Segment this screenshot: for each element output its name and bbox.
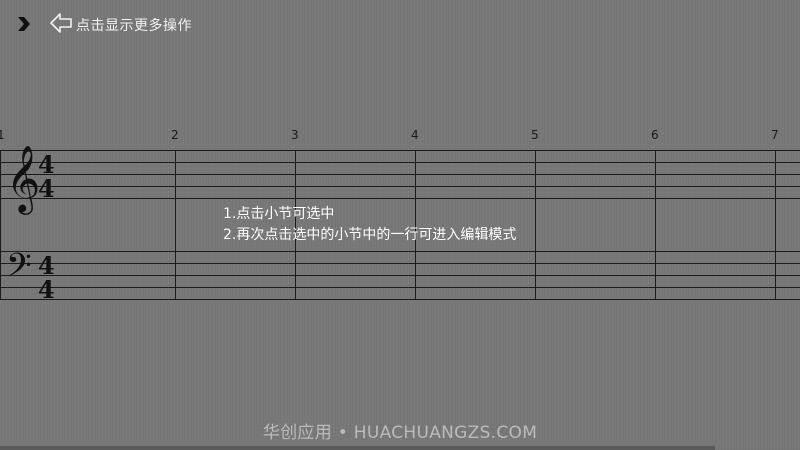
show-more-actions-button[interactable]: 点击显示更多操作: [49, 13, 192, 37]
treble-clef-icon: 𝄞: [6, 144, 40, 215]
show-more-actions-label: 点击显示更多操作: [76, 18, 192, 34]
chevron-right-icon[interactable]: [14, 14, 34, 34]
instruction-line: 2.再次点击选中的小节中的一行可进入编辑模式: [223, 227, 517, 243]
instruction-line: 1.点击小节可选中: [223, 206, 335, 222]
top-toolbar: 点击显示更多操作: [0, 0, 800, 50]
arrow-left-outline-icon: [49, 12, 73, 38]
bass-clef-icon: 𝄢: [6, 247, 32, 293]
time-signature-bottom: 4: [38, 275, 55, 304]
time-signature-bottom: 4: [38, 174, 55, 203]
watermark: 华创应用 • HUACHUANGZS.COM: [262, 423, 538, 443]
horizontal-scrollbar[interactable]: [0, 446, 715, 450]
instructions-overlay: 1.点击小节可选中 2.再次点击选中的小节中的一行可进入编辑模式: [223, 204, 516, 246]
